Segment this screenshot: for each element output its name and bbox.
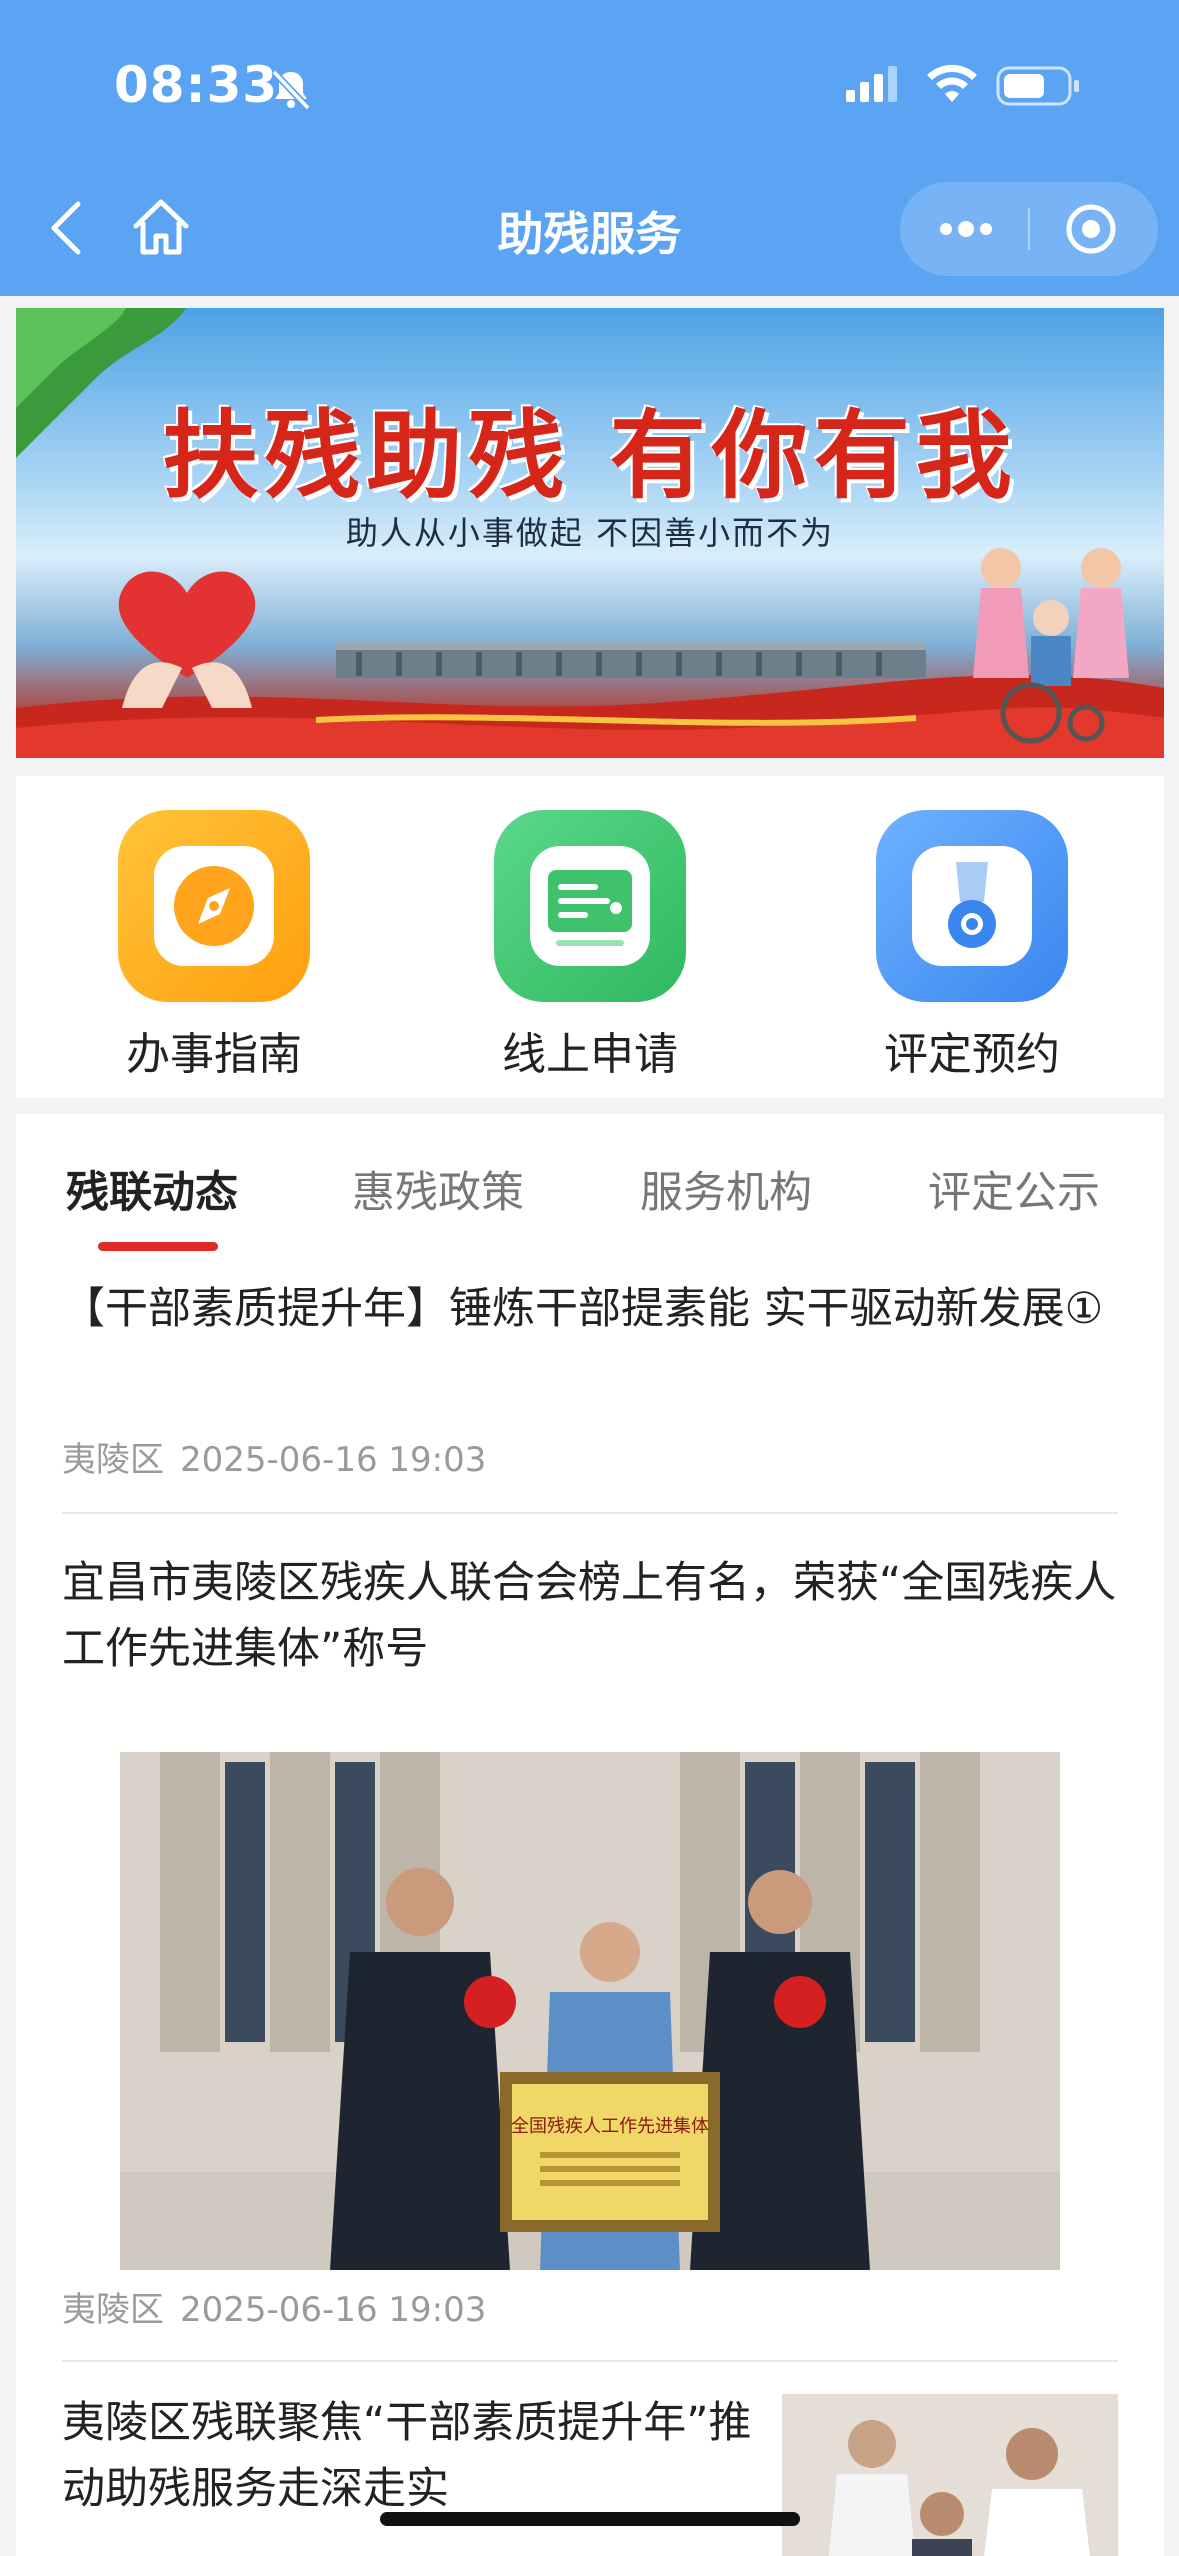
capsule-divider	[1028, 208, 1030, 250]
header: 08:33 助残服务	[0, 0, 1179, 296]
wifi-icon	[927, 64, 977, 102]
promo-banner[interactable]: 扶残助残 有你有我 助人从小事做起 不因善小而不为	[16, 308, 1164, 758]
article-meta: 夷陵区 2025-06-16 19:03	[62, 1432, 486, 1481]
article-title[interactable]: 夷陵区残联聚焦“干部素质提升年”推动助残服务走深走实	[62, 2390, 762, 2522]
compass-icon	[118, 810, 310, 1002]
quick-action-label: 线上申请	[502, 1029, 678, 1080]
close-miniprogram-icon[interactable]	[1064, 202, 1118, 256]
plaque-text: 全国残疾人工作先进集体	[511, 2116, 709, 2137]
article-source: 夷陵区	[62, 1440, 164, 1480]
more-icon[interactable]	[936, 207, 996, 251]
article-date: 2025-06-16 19:03	[180, 1440, 487, 1480]
bell-muted-icon	[271, 69, 311, 111]
article-thumbnail[interactable]	[782, 2394, 1118, 2556]
tab-federation-news[interactable]: 残联动态	[66, 1158, 238, 1220]
medal-icon	[876, 810, 1068, 1002]
heart-hands-icon	[118, 571, 256, 708]
tab-service-agencies[interactable]: 服务机构	[640, 1158, 812, 1220]
banner-headline: 扶残助残 有你有我	[162, 400, 1018, 512]
tab-assessment-notices[interactable]: 评定公示	[928, 1158, 1100, 1220]
quick-actions-panel: 办事指南 线上申请 评定预约	[16, 776, 1164, 1098]
quick-action-label: 办事指南	[126, 1029, 302, 1080]
quick-action-guide[interactable]: 办事指南	[104, 810, 324, 1082]
article-source: 夷陵区	[62, 2290, 164, 2330]
quick-action-apply[interactable]: 线上申请	[480, 810, 700, 1082]
home-indicator[interactable]	[380, 2512, 800, 2526]
form-icon	[494, 810, 686, 1002]
article-date: 2025-06-16 19:03	[180, 2290, 487, 2330]
battery-icon	[996, 66, 1079, 106]
article-photo[interactable]: 全国残疾人工作先进集体	[120, 1752, 1060, 2270]
active-tab-indicator	[98, 1242, 218, 1251]
quick-action-label: 评定预约	[884, 1029, 1060, 1080]
divider	[62, 2360, 1118, 2362]
news-section: 残联动态 惠残政策 服务机构 评定公示 【干部素质提升年】锤炼干部提素能 实干驱…	[16, 1114, 1164, 2556]
divider	[62, 1512, 1118, 1514]
caregivers-illustration	[973, 548, 1129, 744]
article-title[interactable]: 宜昌市夷陵区残疾人联合会榜上有名，荣获“全国残疾人工作先进集体”称号	[62, 1550, 1122, 1682]
status-time: 08:33	[114, 56, 279, 114]
mini-program-capsule	[900, 182, 1158, 276]
signal-icon	[846, 66, 897, 102]
article-meta: 夷陵区 2025-06-16 19:03	[62, 2282, 486, 2331]
article-title[interactable]: 【干部素质提升年】锤炼干部提素能 实干驱动新发展①	[62, 1276, 1122, 1342]
tab-policies[interactable]: 惠残政策	[352, 1158, 524, 1220]
quick-action-appointment[interactable]: 评定预约	[862, 810, 1082, 1082]
news-tabs: 残联动态 惠残政策 服务机构 评定公示	[16, 1148, 1164, 1258]
